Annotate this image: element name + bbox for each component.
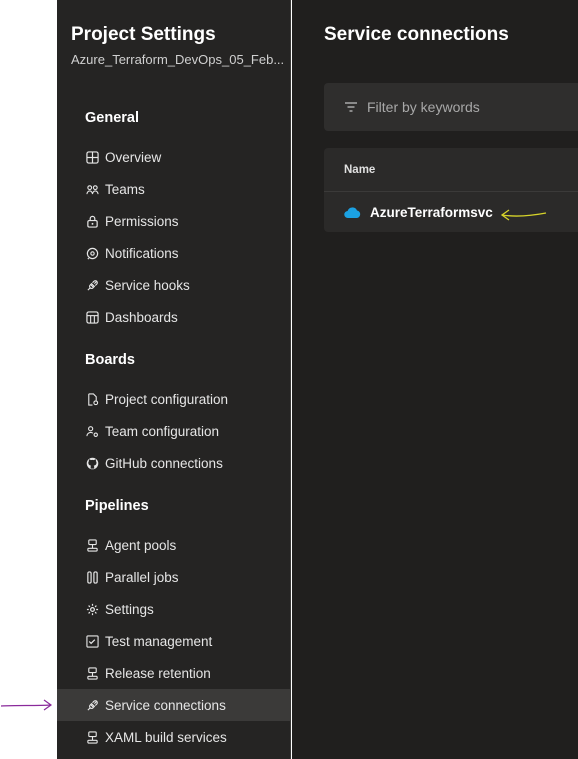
sidebar-item-label: Team configuration <box>105 423 220 439</box>
sidebar-item-label: Notifications <box>105 245 179 261</box>
plug-icon <box>85 698 99 712</box>
filter-input[interactable] <box>367 99 567 115</box>
sidebar-item-label: XAML build services <box>105 729 227 745</box>
sidebar-item-label: Agent pools <box>105 537 177 553</box>
sidebar-item-label: Project configuration <box>105 391 229 407</box>
sidebar-item-notifications[interactable]: Notifications <box>57 237 291 269</box>
sidebar-item-test-management[interactable]: Test management <box>57 625 291 657</box>
release-icon <box>85 666 99 680</box>
sidebar-item-permissions[interactable]: Permissions <box>57 205 291 237</box>
sidebar-item-label: Release retention <box>105 665 211 681</box>
sidebar-item-teams[interactable]: Teams <box>57 173 291 205</box>
column-header-name[interactable]: Name <box>324 148 578 192</box>
dashboard-icon <box>85 310 99 324</box>
gear-icon <box>85 602 99 616</box>
sidebar-item-label: GitHub connections <box>105 455 223 471</box>
table-row[interactable]: AzureTerraformsvc <box>324 192 578 232</box>
sidebar-item-service-hooks[interactable]: Service hooks <box>57 269 291 301</box>
sidebar-item-label: Permissions <box>105 213 179 229</box>
sidebar-item-label: Dashboards <box>105 309 178 325</box>
sidebar-item-label: Settings <box>105 601 154 617</box>
sidebar-item-service-connections[interactable]: Service connections <box>57 689 291 721</box>
page-margin <box>0 0 57 759</box>
sidebar-item-label: Parallel jobs <box>105 569 179 585</box>
sidebar-item-dashboards[interactable]: Dashboards <box>57 301 291 333</box>
service-connections-table: Name AzureTerraformsvc <box>324 148 578 232</box>
team-settings-icon <box>85 424 99 438</box>
sidebar-item-agent-pools[interactable]: Agent pools <box>57 529 291 561</box>
azure-cloud-icon <box>344 206 361 218</box>
filter-icon <box>345 102 357 112</box>
sidebar-item-settings[interactable]: Settings <box>57 593 291 625</box>
overview-icon <box>85 150 99 164</box>
agent-pool-icon <box>85 538 99 552</box>
sidebar-item-label: Overview <box>105 149 162 165</box>
plug-icon <box>85 278 99 292</box>
main-content: Service connections Name AzureTerraforms… <box>292 0 578 759</box>
sidebar-item-release-retention[interactable]: Release retention <box>57 657 291 689</box>
sidebar-item-label: Service hooks <box>105 277 190 293</box>
notification-icon <box>85 246 99 260</box>
sidebar-item-overview[interactable]: Overview <box>57 141 291 173</box>
sidebar-item-project-configuration[interactable]: Project configuration <box>57 383 291 415</box>
lock-icon <box>85 214 99 228</box>
section-header-boards: Boards <box>85 352 135 368</box>
project-name[interactable]: Azure_Terraform_DevOps_05_Feb... <box>71 52 287 67</box>
sidebar-item-team-configuration[interactable]: Team configuration <box>57 415 291 447</box>
service-connection-name[interactable]: AzureTerraformsvc <box>370 205 493 220</box>
settings-file-icon <box>85 392 99 406</box>
sidebar-item-github-connections[interactable]: GitHub connections <box>57 447 291 479</box>
teams-icon <box>85 182 99 196</box>
page-title: Service connections <box>324 24 509 45</box>
test-icon <box>85 634 99 648</box>
sidebar-item-label: Service connections <box>105 697 226 713</box>
sidebar: Project Settings Azure_Terraform_DevOps_… <box>57 0 291 759</box>
section-header-pipelines: Pipelines <box>85 498 149 514</box>
build-icon <box>85 730 99 744</box>
sidebar-item-label: Test management <box>105 633 213 649</box>
github-icon <box>85 456 99 470</box>
filter-bar[interactable] <box>324 83 578 131</box>
section-header-general: General <box>85 110 139 126</box>
parallel-jobs-icon <box>85 570 99 584</box>
sidebar-item-xaml-build-services[interactable]: XAML build services <box>57 721 291 753</box>
sidebar-item-label: Teams <box>105 181 145 197</box>
sidebar-title: Project Settings <box>71 24 216 45</box>
sidebar-item-parallel-jobs[interactable]: Parallel jobs <box>57 561 291 593</box>
